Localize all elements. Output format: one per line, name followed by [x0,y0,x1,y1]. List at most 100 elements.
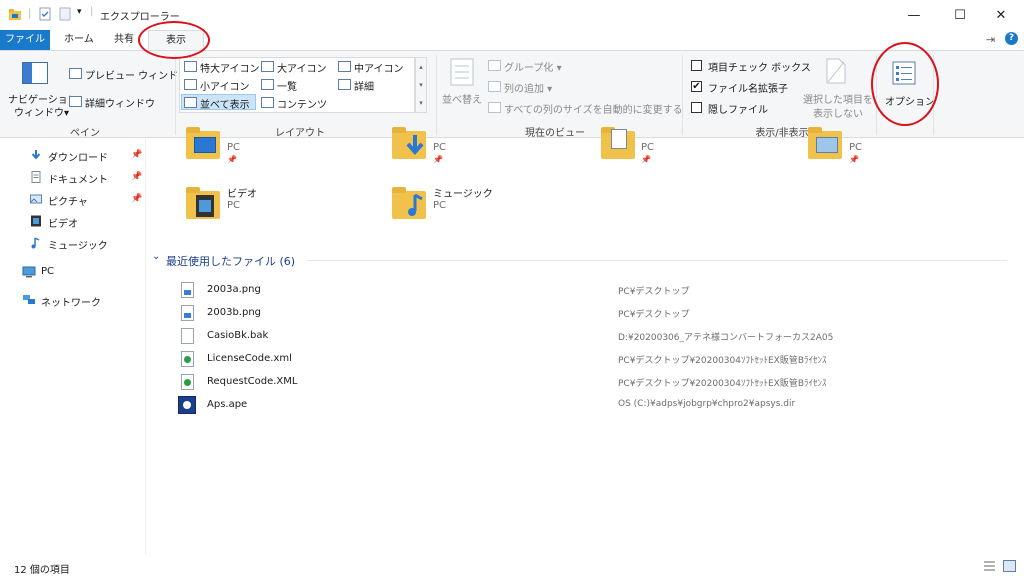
nav-item-music[interactable]: ミュージック [48,237,108,252]
recent-file-row[interactable]: Aps.ape OS (C:)¥adps¥jobgrp¥chpro2¥apsys… [177,395,997,415]
file-path: OS (C:)¥adps¥jobgrp¥chpro2¥apsys.dir [618,399,796,409]
pin-icon: 📌 [131,150,143,160]
pictures-folder-icon[interactable] [808,127,842,159]
ribbon-separator [682,55,683,135]
close-button[interactable]: ✕ [978,0,1024,30]
hide-selected-icon [826,58,846,84]
group-by-button[interactable]: グループ化 ▾ [504,59,562,74]
customize-toolbar-icon[interactable]: ▾ [77,7,82,17]
details-pane-icon [69,96,82,107]
tab-file[interactable]: ファイル [0,30,50,50]
file-path: PC¥デスクトップ¥20200304ｿﾌﾄｾｯﾄEX販管Bﾗｲｾﾝｽ [618,379,827,389]
xml-file-icon [181,374,194,390]
item-count: 12 個の項目 [14,565,70,576]
help-icon[interactable]: ? [1005,32,1018,45]
tile-name-videos[interactable]: ビデオ [227,185,257,200]
tile-subtitle: PC [433,142,447,153]
nav-item-pictures[interactable]: ピクチャ [48,193,88,208]
tile-subtitle: PC [227,142,241,153]
image-file-icon [181,282,194,298]
nav-item-network[interactable]: ネットワーク [41,294,101,309]
nav-item-documents[interactable]: ドキュメント [48,171,108,186]
video-icon [31,215,41,227]
ribbon-separator [175,55,176,135]
sort-by-button[interactable]: 並べ替え [442,91,482,106]
navigation-pane-icon [22,62,48,84]
videos-folder-icon[interactable] [186,187,220,219]
pin-icon: 📌 [641,155,651,164]
annotation-circle-options [871,42,939,126]
documents-folder-icon[interactable] [601,127,635,159]
navigation-pane-button-line2[interactable]: ウィンドウ▾ [14,104,69,119]
nav-item-videos[interactable]: ビデオ [48,215,78,230]
details-icon [338,79,351,90]
nav-item-downloads[interactable]: ダウンロード [48,149,108,164]
new-folder-icon[interactable] [58,7,72,21]
file-path: PC¥デスクトップ [618,310,690,320]
file-name: Aps.ape [207,399,248,410]
titlebar-divider: | [28,8,32,19]
recent-files-header[interactable]: 最近使用したファイル (6) [166,253,295,269]
layout-details[interactable]: 詳細 [354,78,374,93]
tile-name-music[interactable]: ミュージック [433,185,493,200]
hide-selected-button-line2[interactable]: 表示しない [813,105,863,120]
size-all-columns-button[interactable]: すべての列のサイズを自動的に変更する [504,101,683,116]
large-icons-icon [261,61,274,72]
desktop-folder-icon[interactable] [186,127,220,159]
sort-by-icon [450,58,474,86]
minimize-button[interactable]: — [891,0,937,30]
file-extension-checkbox[interactable]: ✔ [691,81,702,92]
extra-large-icons-icon [184,61,197,72]
tile-subtitle: PC [849,142,863,153]
music-folder-icon[interactable] [392,187,426,219]
chevron-down-icon[interactable]: ⌄ [152,251,160,262]
file-name: LicenseCode.xml [207,353,292,364]
recent-file-row[interactable]: 2003a.png PC¥デスクトップ [177,280,997,300]
content-icon [261,97,274,108]
details-pane-button[interactable]: 詳細ウィンドウ [85,95,155,110]
image-file-icon [181,305,194,321]
section-divider [307,260,1007,261]
layout-content[interactable]: コンテンツ [277,96,327,111]
preview-pane-button[interactable]: プレビュー ウィンドウ [85,67,188,82]
hide-selected-button[interactable]: 選択した項目を [803,91,873,106]
downloads-folder-icon[interactable] [392,127,426,159]
size-columns-icon [488,102,501,113]
layout-medium-icons[interactable]: 中アイコン [354,60,404,75]
add-columns-button[interactable]: 列の追加 ▾ [504,80,552,95]
item-checkbox-toggle[interactable] [691,60,702,71]
xml-file-icon [181,351,194,367]
tab-share[interactable]: 共有 [106,30,142,50]
tab-home[interactable]: ホーム [56,30,102,50]
group-label-current-view: 現在のビュー [525,128,585,139]
generic-file-icon [181,328,194,344]
pin-ribbon-icon[interactable]: ⇥ [986,33,995,46]
download-icon [31,150,41,160]
recent-file-row[interactable]: 2003b.png PC¥デスクトップ [177,303,997,323]
layout-tiles[interactable]: 並べて表示 [200,96,250,111]
music-icon [31,237,40,249]
properties-icon[interactable] [38,7,52,21]
maximize-button[interactable]: ☐ [937,0,983,30]
layout-gallery-scroll[interactable]: ▴ ▾ ▾ [415,57,427,113]
layout-small-icons[interactable]: 小アイコン [200,78,250,93]
application-file-icon [178,396,196,414]
nav-item-pc[interactable]: PC [41,266,54,277]
layout-list[interactable]: 一覧 [277,78,297,93]
pin-icon: 📌 [433,155,443,164]
navigation-pane: ダウンロード 📌 ドキュメント 📌 ピクチャ 📌 ビデオ ミュージック PC ネ… [0,139,146,555]
layout-large-icons[interactable]: 大アイコン [277,60,327,75]
tile-subtitle: PC [433,200,447,211]
recent-file-row[interactable]: LicenseCode.xml PC¥デスクトップ¥20200304ｿﾌﾄｾｯﾄ… [177,349,997,369]
recent-file-row[interactable]: RequestCode.XML PC¥デスクトップ¥20200304ｿﾌﾄｾｯﾄ… [177,372,997,392]
pictures-icon [30,194,42,204]
large-icons-view-icon[interactable] [1003,560,1016,572]
pin-icon: 📌 [227,155,237,164]
tile-subtitle: PC [641,142,655,153]
details-view-icon[interactable] [983,560,996,572]
hidden-items-checkbox[interactable] [691,102,702,113]
ribbon-separator [436,55,437,135]
recent-file-row[interactable]: CasioBk.bak D:¥20200306_アテネ様コンバートフォーカス2A… [177,326,997,346]
layout-extra-large-icons[interactable]: 特大アイコン [200,60,260,75]
preview-pane-icon [69,68,82,79]
